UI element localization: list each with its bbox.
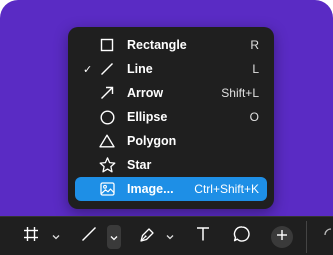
line-icon (97, 59, 117, 79)
frame-icon (23, 226, 39, 247)
add-button[interactable] (271, 226, 293, 248)
plus-icon (276, 228, 288, 246)
menu-item-label: Polygon (127, 134, 177, 148)
menu-item-shortcut: Shift+L (221, 86, 259, 100)
partial-icon (319, 226, 331, 247)
image-icon (97, 179, 117, 199)
rectangle-icon (97, 35, 117, 55)
line-tool-button[interactable] (78, 217, 100, 255)
app-frame: Rectangle R ✓ Line L Arrow Shift+L Ellip… (0, 0, 333, 255)
toolbar-divider (306, 221, 307, 253)
frame-tool-dropdown[interactable] (51, 229, 61, 243)
polygon-icon (97, 131, 117, 151)
menu-item-shortcut: L (252, 62, 259, 76)
menu-item-star[interactable]: Star (75, 153, 267, 177)
chevron-down-icon (110, 228, 118, 246)
menu-item-ellipse[interactable]: Ellipse O (75, 105, 267, 129)
star-icon (97, 155, 117, 175)
menu-item-label: Ellipse (127, 110, 168, 124)
menu-item-image[interactable]: Image... Ctrl+Shift+K (75, 177, 267, 201)
chevron-down-icon (166, 227, 174, 245)
menu-item-line[interactable]: ✓ Line L (75, 57, 267, 81)
pen-tool-button[interactable] (136, 217, 158, 255)
comment-icon (233, 225, 251, 248)
pen-icon (139, 226, 156, 248)
frame-tool-button[interactable] (20, 217, 42, 255)
partial-toolbar-button[interactable] (316, 217, 333, 255)
menu-item-label: Rectangle (127, 38, 187, 52)
ellipse-icon (97, 107, 117, 127)
menu-item-label: Arrow (127, 86, 164, 100)
text-icon (195, 226, 211, 247)
menu-item-arrow[interactable]: Arrow Shift+L (75, 81, 267, 105)
pen-tool-dropdown[interactable] (165, 229, 175, 243)
checkmark-icon: ✓ (83, 63, 93, 76)
menu-item-polygon[interactable]: Polygon (75, 129, 267, 153)
shape-tool-dropdown[interactable] (107, 225, 121, 249)
text-tool-button[interactable] (192, 217, 214, 255)
menu-item-shortcut: R (250, 38, 259, 52)
menu-item-label: Star (127, 158, 152, 172)
menu-item-shortcut: Ctrl+Shift+K (194, 182, 259, 196)
menu-item-label: Line (127, 62, 153, 76)
menu-item-label: Image... (127, 182, 174, 196)
comment-tool-button[interactable] (231, 217, 253, 255)
line-icon (81, 226, 97, 247)
menu-item-shortcut: O (249, 110, 259, 124)
chevron-down-icon (52, 227, 60, 245)
arrow-icon (97, 83, 117, 103)
menu-item-rectangle[interactable]: Rectangle R (75, 33, 267, 57)
bottom-toolbar (0, 216, 333, 255)
shape-tools-menu: Rectangle R ✓ Line L Arrow Shift+L Ellip… (68, 27, 274, 209)
